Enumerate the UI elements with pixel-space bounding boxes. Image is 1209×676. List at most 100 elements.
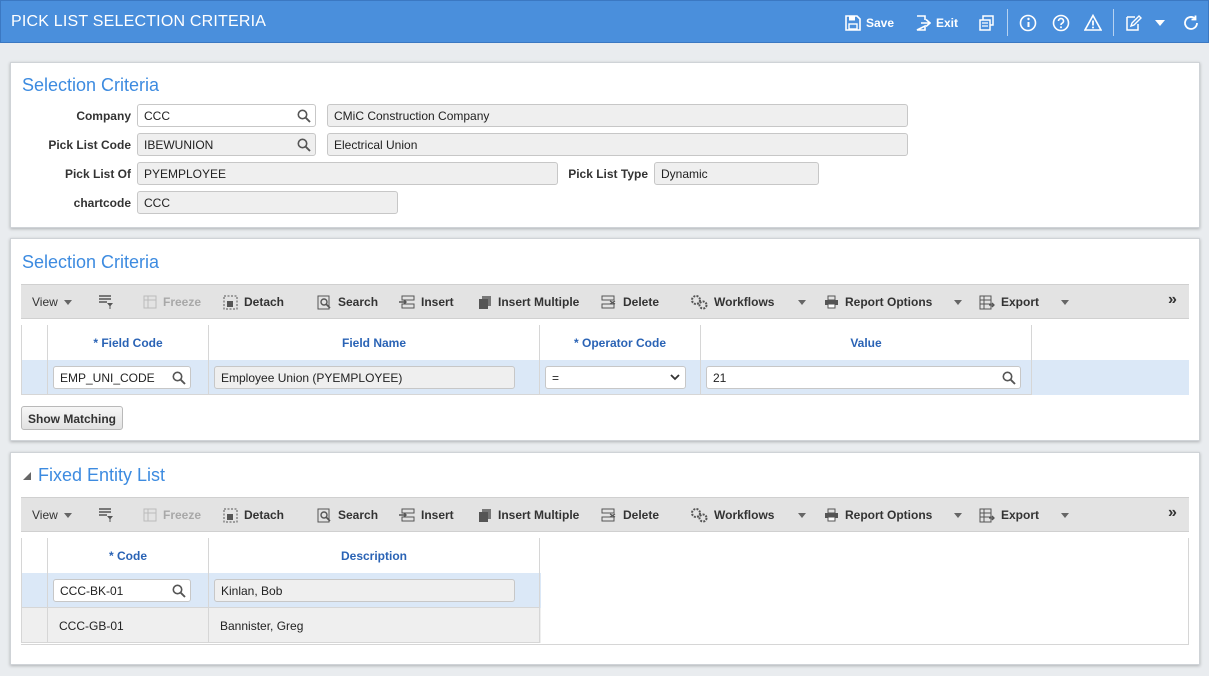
column-header[interactable]: * Field Code: [48, 325, 209, 361]
insert-button[interactable]: Insert: [399, 294, 454, 310]
search-icon: [317, 295, 331, 309]
search-label: Search: [338, 508, 379, 522]
view-label: View: [32, 295, 58, 309]
detach-icon: [223, 295, 238, 309]
print-icon[interactable]: [977, 13, 997, 33]
export-label: Export: [1001, 295, 1040, 309]
freeze-icon: [143, 508, 157, 522]
chevron-down-icon: [798, 299, 807, 305]
header-criteria-panel: Selection Criteria Company CCC CMiC Cons…: [10, 62, 1200, 228]
freeze-button[interactable]: Freeze: [143, 294, 201, 310]
picklist-type-label: Pick List Type: [568, 167, 648, 181]
print-icon: [825, 295, 838, 309]
insert-multiple-button[interactable]: Insert Multiple: [478, 507, 579, 523]
toolbar-divider: [1113, 9, 1114, 36]
view-menu[interactable]: View: [32, 294, 72, 310]
refresh-icon[interactable]: [1181, 13, 1201, 33]
chartcode-field: CCC: [137, 191, 398, 214]
freeze-icon: [143, 295, 157, 309]
help-icon[interactable]: [1051, 13, 1071, 33]
workflows-button[interactable]: Workflows: [690, 507, 807, 523]
export-label: Export: [1001, 508, 1040, 522]
show-matching-button[interactable]: Show Matching: [21, 406, 123, 430]
code-value: CCC-BK-01: [60, 584, 124, 598]
more-icon[interactable]: »: [1168, 291, 1177, 308]
row-selector[interactable]: [21, 360, 48, 395]
column-header[interactable]: * Operator Code: [540, 325, 701, 361]
search-icon[interactable]: [297, 138, 311, 152]
collapse-icon[interactable]: [22, 471, 32, 481]
chevron-down-icon: [954, 299, 963, 305]
picklist-type-field: Dynamic: [654, 162, 819, 185]
field-code-input[interactable]: EMP_UNI_CODE: [53, 366, 191, 389]
panel-title: Selection Criteria: [22, 252, 160, 272]
exit-label: Exit: [936, 16, 959, 30]
save-label: Save: [866, 16, 895, 30]
insert-multiple-icon: [479, 295, 491, 309]
code-input[interactable]: CCC-BK-01: [53, 579, 191, 602]
company-label: Company: [76, 109, 131, 123]
gear-icon: [691, 295, 708, 310]
column-header[interactable]: Value: [701, 325, 1032, 361]
workflows-label: Workflows: [714, 295, 775, 309]
description-cell[interactable]: Bannister, Greg: [209, 608, 540, 643]
insert-button[interactable]: Insert: [399, 507, 454, 523]
row-selector[interactable]: [21, 608, 48, 643]
edit-icon[interactable]: [1123, 13, 1143, 33]
delete-button[interactable]: Delete: [601, 507, 659, 523]
search-button[interactable]: Search: [317, 294, 378, 310]
grid-header: * Field Code Field Name * Operator Code …: [21, 325, 1189, 361]
detach-button[interactable]: Detach: [223, 294, 284, 310]
table-row[interactable]: EMP_UNI_CODE Employee Union (PYEMPLOYEE)…: [21, 360, 1189, 395]
insert-multiple-icon: [479, 508, 491, 522]
column-header[interactable]: * Code: [48, 538, 209, 574]
search-button[interactable]: Search: [317, 507, 378, 523]
panel-title-row[interactable]: Fixed Entity List: [22, 465, 165, 486]
row-selector[interactable]: [21, 573, 48, 608]
detach-button[interactable]: Detach: [223, 507, 284, 523]
more-icon[interactable]: »: [1168, 504, 1177, 521]
search-icon[interactable]: [172, 584, 186, 598]
value-input[interactable]: 21: [706, 366, 1021, 389]
code-cell[interactable]: CCC-GB-01: [48, 608, 209, 643]
freeze-label: Freeze: [163, 295, 202, 309]
grid-header: * Code Description: [21, 538, 541, 574]
panel-title: Selection Criteria: [22, 75, 160, 95]
search-icon[interactable]: [1002, 371, 1016, 385]
company-field[interactable]: CCC: [137, 104, 316, 127]
operator-select[interactable]: =: [545, 366, 686, 389]
search-icon[interactable]: [172, 371, 186, 385]
delete-label: Delete: [623, 295, 660, 309]
chevron-down-icon[interactable]: [1150, 13, 1170, 33]
workflows-button[interactable]: Workflows: [690, 294, 807, 310]
picklist-code-value: IBEWUNION: [144, 138, 214, 152]
exit-button[interactable]: Exit: [915, 13, 958, 33]
warning-icon[interactable]: [1083, 13, 1103, 33]
company-name-field: CMiC Construction Company: [327, 104, 908, 127]
save-icon: [845, 15, 861, 31]
export-button[interactable]: Export: [979, 507, 1070, 523]
save-button[interactable]: Save: [845, 13, 894, 33]
view-menu[interactable]: View: [32, 507, 72, 523]
table-row[interactable]: CCC-BK-01 Kinlan, Bob: [21, 573, 541, 608]
delete-label: Delete: [623, 508, 660, 522]
filter-icon[interactable]: [98, 294, 114, 310]
view-label: View: [32, 508, 58, 522]
column-header[interactable]: Description: [209, 538, 540, 574]
info-icon[interactable]: [1018, 13, 1038, 33]
report-options-button[interactable]: Report Options: [824, 507, 963, 523]
picklist-code-field[interactable]: IBEWUNION: [137, 133, 316, 156]
panel-title: Fixed Entity List: [38, 465, 166, 485]
report-options-button[interactable]: Report Options: [824, 294, 963, 310]
search-icon[interactable]: [297, 109, 311, 123]
column-header[interactable]: Field Name: [209, 325, 540, 361]
delete-icon: [601, 508, 616, 522]
criteria-grid-panel: Selection Criteria View Freeze Detach Se…: [10, 238, 1200, 441]
table-row[interactable]: CCC-GB-01 Bannister, Greg: [21, 608, 541, 643]
export-button[interactable]: Export: [979, 294, 1070, 310]
delete-button[interactable]: Delete: [601, 294, 659, 310]
insert-icon: [399, 295, 415, 309]
freeze-button[interactable]: Freeze: [143, 507, 201, 523]
insert-multiple-button[interactable]: Insert Multiple: [478, 294, 579, 310]
filter-icon[interactable]: [98, 507, 114, 523]
